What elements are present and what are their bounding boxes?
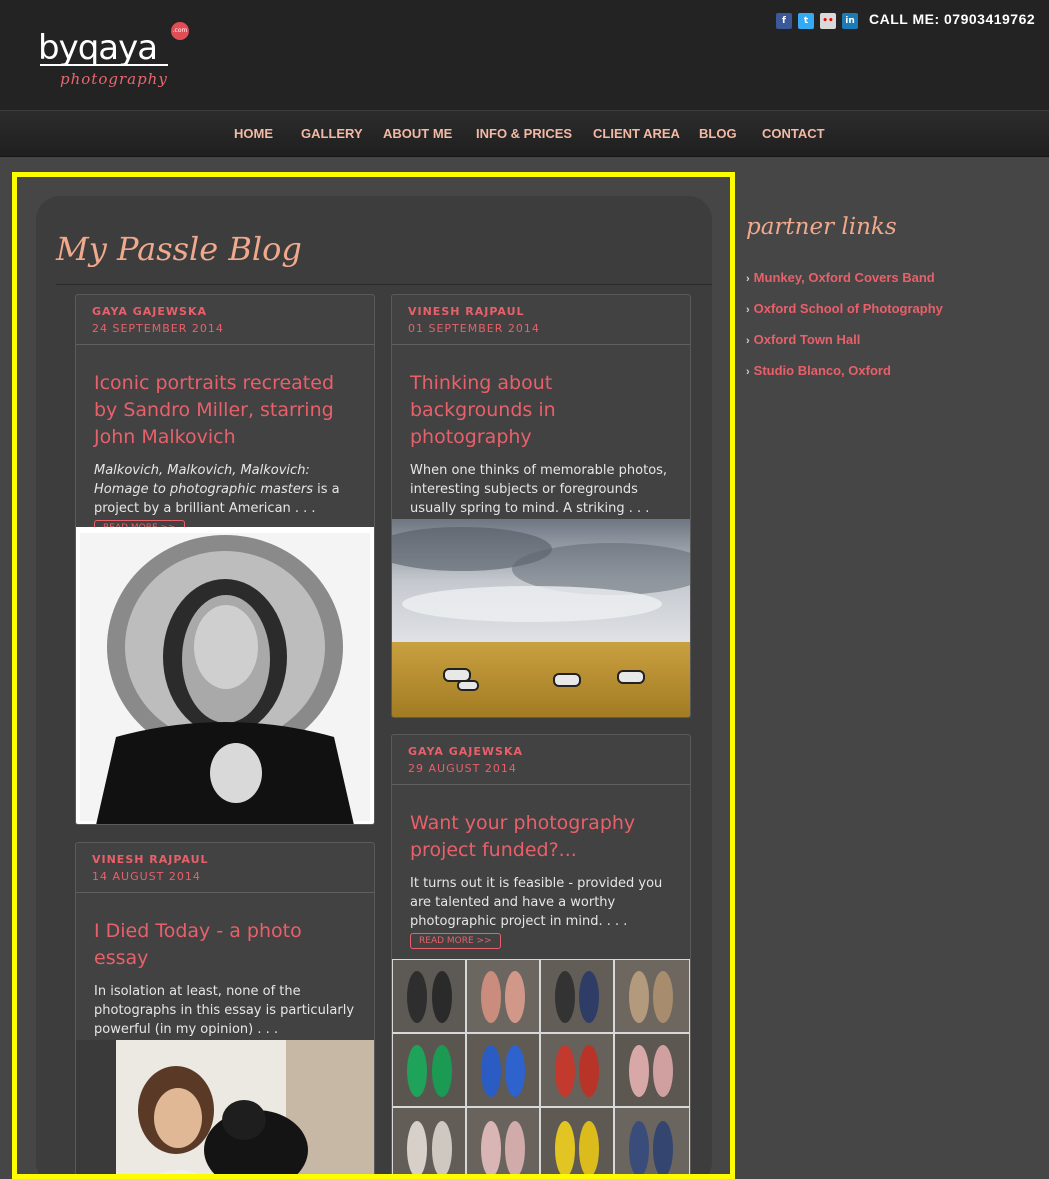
logo-underline — [40, 64, 168, 66]
partner-link-label: Oxford School of Photography — [753, 301, 943, 316]
highlight-frame — [12, 172, 735, 1179]
linkedin-icon[interactable]: in — [842, 13, 858, 29]
call-me-phone: CALL ME: 07903419762 — [869, 11, 1036, 27]
nav-gallery[interactable]: GALLERY — [301, 126, 363, 141]
partner-link-label: Studio Blanco, Oxford — [753, 363, 891, 378]
site-header: byqaya .com photography f t •• in CALL M… — [0, 0, 1049, 110]
nav-info-prices[interactable]: INFO & PRICES — [476, 126, 572, 141]
partner-link-label: Munkey, Oxford Covers Band — [753, 270, 935, 285]
nav-blog[interactable]: BLOG — [699, 126, 737, 141]
partner-links-heading: partner links — [746, 214, 897, 240]
logo-subtitle: photography — [60, 70, 168, 88]
logo-wordmark: byqaya — [38, 28, 158, 68]
partner-link[interactable]: › Munkey, Oxford Covers Band — [746, 270, 935, 285]
partner-link-label: Oxford Town Hall — [753, 332, 861, 347]
main-nav: HOME GALLERY ABOUT ME INFO & PRICES CLIE… — [0, 110, 1049, 157]
nav-home[interactable]: HOME — [234, 126, 273, 141]
chevron-right-icon: › — [746, 273, 750, 285]
chevron-right-icon: › — [746, 335, 750, 347]
facebook-icon[interactable]: f — [776, 13, 792, 29]
flickr-icon[interactable]: •• — [820, 13, 836, 29]
social-links: f t •• in — [776, 13, 858, 29]
nav-client-area[interactable]: CLIENT AREA — [593, 126, 680, 141]
nav-contact[interactable]: CONTACT — [762, 126, 825, 141]
site-logo[interactable]: byqaya .com photography — [38, 22, 198, 97]
twitter-icon[interactable]: t — [798, 13, 814, 29]
logo-dot-badge: .com — [171, 22, 189, 40]
partner-link[interactable]: › Oxford School of Photography — [746, 301, 943, 316]
chevron-right-icon: › — [746, 366, 750, 378]
partner-link[interactable]: › Oxford Town Hall — [746, 332, 860, 347]
partner-link[interactable]: › Studio Blanco, Oxford — [746, 363, 891, 378]
nav-about-me[interactable]: ABOUT ME — [383, 126, 452, 141]
chevron-right-icon: › — [746, 304, 750, 316]
